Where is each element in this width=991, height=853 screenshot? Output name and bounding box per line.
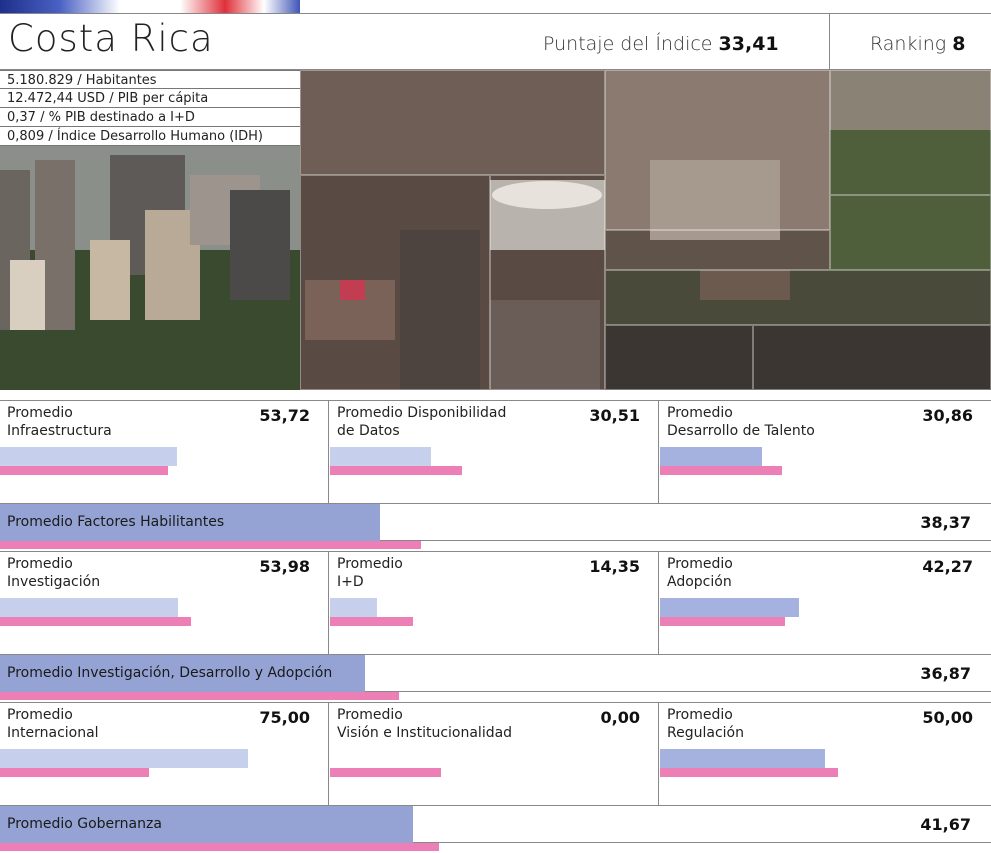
- metric-label-line1: Promedio: [667, 556, 733, 572]
- average-value: 38,37: [920, 513, 971, 532]
- metric-value: 42,27: [922, 557, 973, 576]
- metric-value: 14,35: [589, 557, 640, 576]
- ranking-label: Ranking: [870, 33, 947, 55]
- metric-card: Promedio Investigación 53,98: [0, 552, 329, 654]
- reference-score-bar: [0, 617, 191, 626]
- country-score-bar: [0, 749, 248, 768]
- country-score-bar: [660, 598, 799, 617]
- index-score-label: Puntaje del Índice: [543, 33, 713, 55]
- metric-value: 75,00: [259, 708, 310, 727]
- country-score-bar: [330, 447, 431, 466]
- metric-label-line2: Adopción: [667, 574, 732, 590]
- reference-score-bar: [660, 617, 785, 626]
- metric-label-line1: Promedio: [7, 707, 73, 723]
- average-reference-bar: [0, 541, 421, 549]
- metric-label-line1: Promedio: [7, 556, 73, 572]
- average-row: Promedio Gobernanza 41,67: [0, 805, 991, 851]
- reference-score-bar: [0, 768, 149, 777]
- metric-label-line1: Promedio: [337, 707, 403, 723]
- metric-value: 50,00: [922, 708, 973, 727]
- metric-card: Promedio Desarrollo de Talento 30,86: [660, 401, 991, 503]
- reference-score-bar: [660, 768, 838, 777]
- metric-label-line1: Promedio: [337, 556, 403, 572]
- metric-value: 30,86: [922, 406, 973, 425]
- metric-card: Promedio Disponibilidad de Datos 30,51: [330, 401, 659, 503]
- average-reference-bar: [0, 692, 399, 700]
- average-row: Promedio Investigación, Desarrollo y Ado…: [0, 654, 991, 700]
- reference-score-bar: [330, 617, 413, 626]
- reference-score-bar: [330, 466, 462, 475]
- average-value: 36,87: [920, 664, 971, 683]
- average-reference-bar: [0, 843, 439, 851]
- average-label: Promedio Factores Habilitantes: [7, 514, 225, 530]
- metric-label-line2: Visión e Institucionalidad: [337, 725, 513, 741]
- country-score-bar: [330, 598, 377, 617]
- metric-card: Promedio Visión e Institucionalidad 0,00: [330, 703, 659, 805]
- stat-pib-per-capita: 12.472,44 USD / PIB per cápita: [0, 89, 300, 108]
- reference-score-bar: [0, 466, 168, 475]
- average-row: Promedio Factores Habilitantes 38,37: [0, 503, 991, 549]
- metric-value: 0,00: [600, 708, 640, 727]
- reference-score-bar: [330, 768, 441, 777]
- ranking-value: 8: [952, 33, 966, 55]
- metric-value: 53,98: [259, 557, 310, 576]
- ranking: Ranking 8: [870, 33, 965, 55]
- reference-score-bar: [660, 466, 782, 475]
- country-score-bar: [0, 447, 177, 466]
- index-score: Puntaje del Índice 33,41: [543, 33, 779, 55]
- metric-label-line2: I+D: [337, 574, 364, 590]
- stat-idh: 0,809 / Índice Desarrollo Humano (IDH): [0, 127, 300, 146]
- metric-label-line1: Promedio: [667, 405, 733, 421]
- metric-label-line1: Promedio: [7, 405, 73, 421]
- average-label: Promedio Gobernanza: [7, 816, 162, 832]
- flag-color-bar: [0, 0, 300, 13]
- metric-label-line2: Regulación: [667, 725, 744, 741]
- stat-pib-id: 0,37 / % PIB destinado a I+D: [0, 108, 300, 127]
- average-value: 41,67: [920, 815, 971, 834]
- metric-label-line2: Desarrollo de Talento: [667, 423, 815, 439]
- metric-label-line2: de Datos: [337, 423, 400, 439]
- country-score-bar: [660, 447, 762, 466]
- metric-value: 53,72: [259, 406, 310, 425]
- metric-card: Promedio Internacional 75,00: [0, 703, 329, 805]
- metric-card: Promedio I+D 14,35: [330, 552, 659, 654]
- country-title: Costa Rica: [8, 17, 214, 60]
- metric-label-line2: Internacional: [7, 725, 99, 741]
- metric-value: 30,51: [589, 406, 640, 425]
- metric-label-line1: Promedio: [667, 707, 733, 723]
- index-score-value: 33,41: [718, 33, 779, 55]
- metric-label-line2: Infraestructura: [7, 423, 112, 439]
- metric-label-line2: Investigación: [7, 574, 101, 590]
- metric-card: Promedio Infraestructura 53,72: [0, 401, 329, 503]
- metric-label-line1: Promedio Disponibilidad: [337, 405, 507, 421]
- metric-card: Promedio Adopción 42,27: [660, 552, 991, 654]
- country-score-bar: [660, 749, 825, 768]
- metrics-panel: Promedio Infraestructura 53,72 Promedio Dis…: [0, 390, 991, 853]
- average-label: Promedio Investigación, Desarrollo y Ado…: [7, 665, 333, 681]
- country-score-bar: [0, 598, 178, 617]
- stat-habitantes: 5.180.829 / Habitantes: [0, 70, 300, 89]
- metric-card: Promedio Regulación 50,00: [660, 703, 991, 805]
